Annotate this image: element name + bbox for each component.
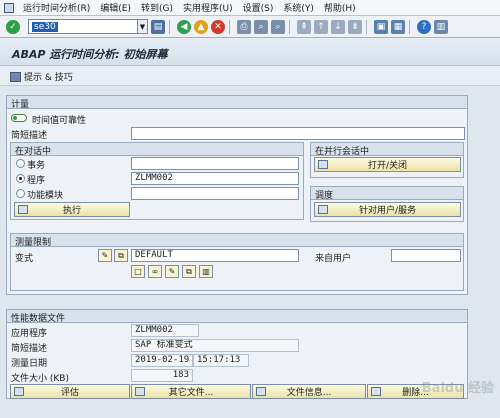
switch-icon — [318, 160, 328, 169]
display-variant-icon[interactable]: ∞ — [148, 265, 162, 278]
file-info-icon — [256, 387, 266, 396]
sap-menu-icon[interactable] — [4, 2, 14, 13]
help-icon[interactable]: ? — [417, 19, 431, 34]
parallel-session-header: 在并行会话中 — [311, 143, 463, 157]
file-info-button[interactable]: 文件信息... — [252, 384, 366, 399]
switch-on-off-button[interactable]: 打开/关闭 — [314, 157, 461, 172]
menu-goto[interactable]: 转到(G) — [136, 1, 178, 14]
program-input[interactable]: ZLMM002 — [131, 172, 299, 185]
menu-bar: 运行时间分析(R) 编辑(E) 转到(G) 实用程序(U) 设置(S) 系统(Y… — [0, 0, 500, 16]
trash-icon — [371, 387, 381, 396]
reliability-toggle-icon[interactable] — [11, 114, 27, 122]
find-icon[interactable]: ⌕ — [254, 19, 268, 34]
short-desc-input[interactable] — [131, 127, 465, 140]
program-radio[interactable] — [16, 174, 25, 183]
in-dialog-header: 在对话中 — [11, 143, 303, 157]
perf-file-header: 性能数据文件 — [7, 310, 467, 324]
reliability-label: 时间值可靠性 — [32, 116, 87, 126]
transaction-label: 事务 — [27, 161, 46, 171]
tips-icon — [10, 71, 21, 82]
function-module-input[interactable] — [131, 187, 299, 200]
cancel-icon[interactable]: ✕ — [211, 19, 225, 34]
menu-system[interactable]: 系统(Y) — [278, 1, 319, 14]
copy-variant-2-icon[interactable]: ⧉ — [182, 265, 196, 278]
menu-settings[interactable]: 设置(S) — [238, 1, 279, 14]
menu-help[interactable]: 帮助(H) — [319, 1, 361, 14]
back-icon[interactable]: ◀ — [177, 19, 191, 34]
desc-value: SAP 标准变式 — [131, 339, 299, 352]
first-page-icon[interactable]: ⇞ — [297, 19, 311, 34]
create-variant-icon[interactable]: □ — [131, 265, 145, 278]
layout-icon[interactable]: ▥ — [434, 19, 448, 34]
prev-page-icon[interactable]: ↑ — [314, 19, 328, 34]
command-field[interactable]: se30 — [28, 19, 138, 34]
function-module-label: 功能模块 — [27, 191, 64, 201]
variant-label: 变式 — [15, 254, 34, 264]
app-value: ZLMM002 — [131, 324, 199, 337]
last-page-icon[interactable]: ⇟ — [348, 19, 362, 34]
for-user-service-button[interactable]: 针对用户/服务 — [314, 202, 461, 217]
transaction-input[interactable] — [131, 157, 299, 170]
execute-button[interactable]: 执行 — [14, 202, 130, 217]
schedule-header: 调度 — [311, 187, 463, 201]
date-value: 2019-02-19 — [131, 354, 193, 367]
change-variant-icon[interactable]: ✎ — [98, 249, 112, 262]
from-user-input[interactable] — [391, 249, 461, 262]
menu-runtime-analysis[interactable]: 运行时间分析(R) — [18, 1, 95, 14]
tips-tricks-button[interactable]: 提示 & 技巧 — [10, 70, 73, 83]
restrictions-header: 测量限制 — [11, 234, 463, 248]
exit-icon[interactable]: ▲ — [194, 19, 208, 34]
transaction-radio[interactable] — [16, 159, 25, 168]
execute-icon — [18, 205, 28, 214]
date-label: 测量日期 — [11, 359, 48, 369]
save-icon[interactable]: ▤ — [151, 19, 165, 34]
restrictions-group: 测量限制 — [10, 233, 464, 291]
function-module-radio[interactable] — [16, 189, 25, 198]
menu-utilities[interactable]: 实用程序(U) — [178, 1, 238, 14]
application-toolbar: 提示 & 技巧 — [0, 66, 500, 86]
delete-variant-icon[interactable]: ▥ — [199, 265, 213, 278]
other-file-icon — [135, 387, 145, 396]
short-desc-label: 简短描述 — [11, 131, 48, 141]
variant-input[interactable]: DEFAULT — [131, 249, 299, 262]
other-file-button[interactable]: 其它文件... — [131, 384, 251, 399]
program-label: 程序 — [27, 176, 46, 186]
from-user-label: 来自用户 — [315, 254, 352, 264]
title-bar: ABAP 运行时间分析: 初始屏幕 — [0, 38, 500, 66]
print-icon[interactable]: ⎙ — [237, 19, 251, 34]
enter-icon[interactable]: ✓ — [6, 19, 20, 34]
app-label: 应用程序 — [11, 329, 48, 339]
desc-label: 简短描述 — [11, 344, 48, 354]
edit-variant-icon[interactable]: ✎ — [165, 265, 179, 278]
menu-edit[interactable]: 编辑(E) — [95, 1, 136, 14]
shortcut-icon[interactable]: ▦ — [391, 19, 405, 34]
evaluate-icon — [14, 387, 24, 396]
size-value: 183 — [131, 369, 193, 382]
new-session-icon[interactable]: ▣ — [374, 19, 388, 34]
command-history-dropdown[interactable]: ▼ — [138, 19, 148, 34]
find-next-icon[interactable]: ⌕ — [271, 19, 285, 34]
schedule-icon — [318, 205, 328, 214]
watermark: Baidu 经验 — [421, 381, 494, 396]
next-page-icon[interactable]: ↓ — [331, 19, 345, 34]
page-title: ABAP 运行时间分析: 初始屏幕 — [12, 48, 168, 61]
evaluate-button[interactable]: 评估 — [10, 384, 130, 399]
time-value: 15:17:13 — [193, 354, 249, 367]
measurement-header: 计量 — [7, 96, 467, 110]
copy-variant-icon[interactable]: ⧉ — [114, 249, 128, 262]
size-label: 文件大小 (KB) — [11, 374, 69, 384]
standard-toolbar: ✓ se30 ▼ ▤ ◀ ▲ ✕ ⎙ ⌕ ⌕ ⇞ ↑ ↓ ⇟ ▣ ▦ ? ▥ — [0, 16, 500, 38]
